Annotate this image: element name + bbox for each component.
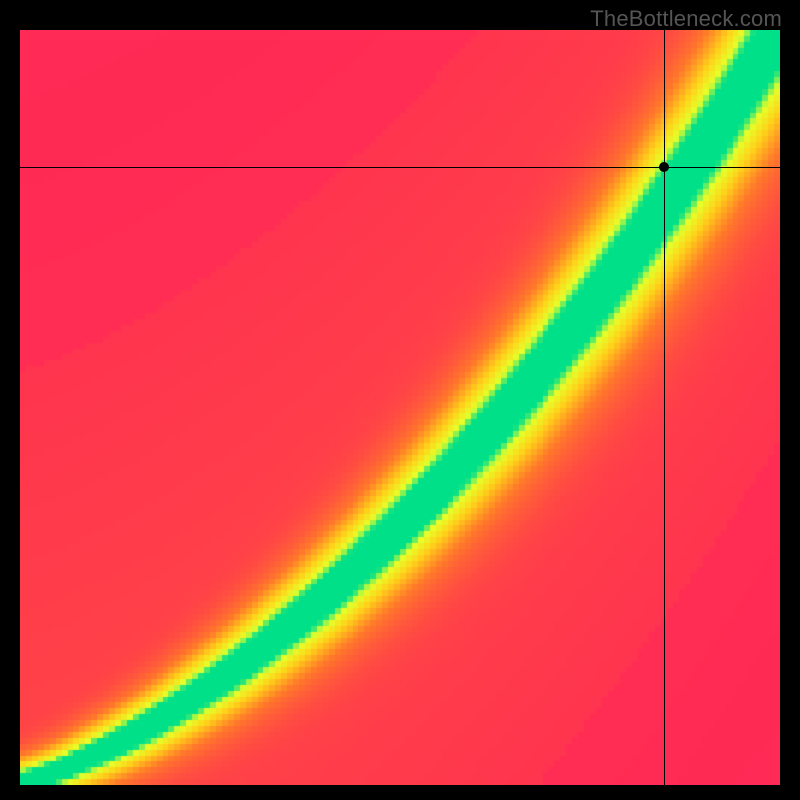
bottleneck-heatmap (20, 30, 780, 785)
chart-container: TheBottleneck.com (0, 0, 800, 800)
marker-dot (659, 162, 669, 172)
watermark-text: TheBottleneck.com (590, 6, 782, 32)
crosshair-vertical (664, 30, 665, 785)
